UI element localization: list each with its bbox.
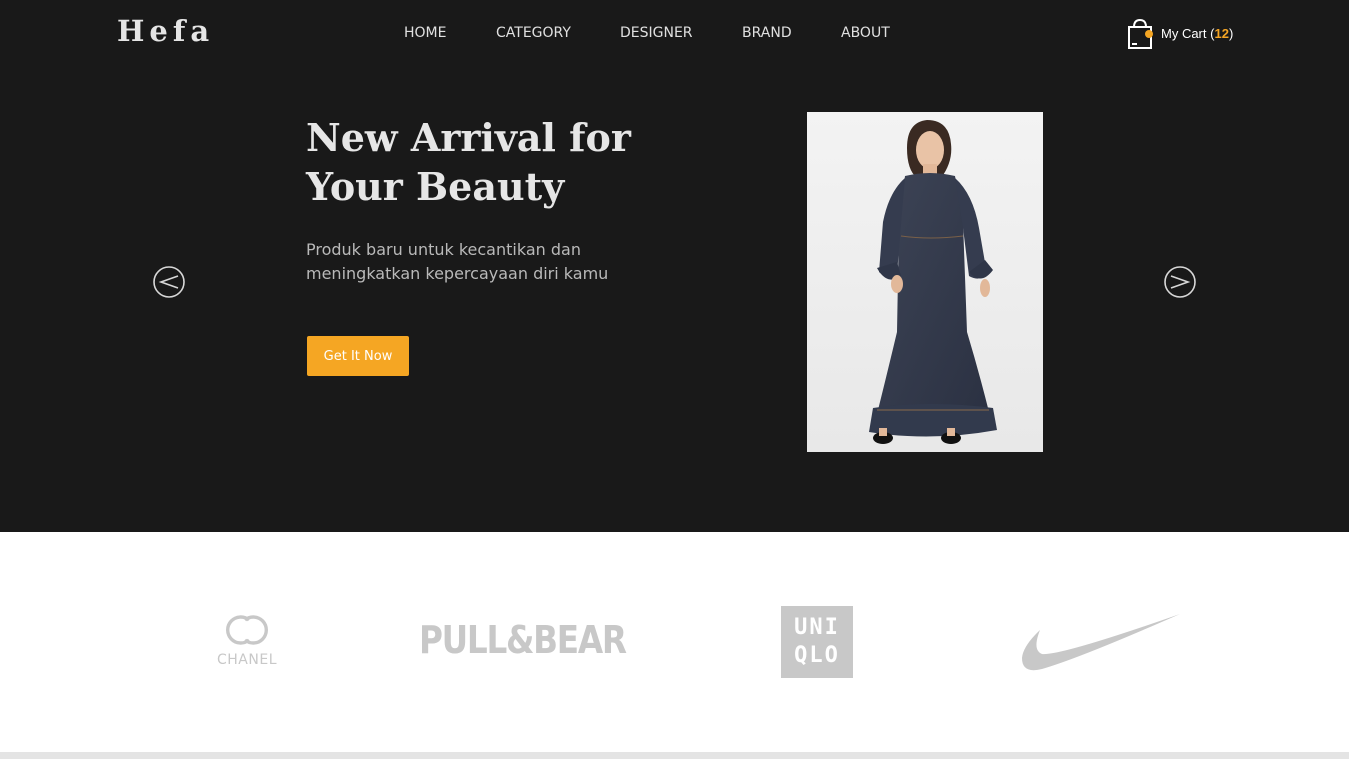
uniqlo-line-2: QLO (794, 643, 840, 668)
footer-divider (0, 752, 1349, 759)
site-logo[interactable]: Hefa (117, 14, 214, 48)
brand-pull-and-bear[interactable]: PULL&BEAR (419, 618, 649, 666)
dress-model-illustration (807, 112, 1043, 452)
brand-nike[interactable] (1020, 612, 1182, 674)
shopping-bag-icon (1128, 18, 1153, 49)
brand-uniqlo[interactable]: UNI QLO (781, 606, 853, 678)
cart-label-text: My Cart (1161, 26, 1207, 41)
hero-title: New Arrival for Your Beauty (306, 115, 631, 209)
pull-and-bear-wordmark: PULL&BEAR (419, 618, 627, 662)
brand-chanel[interactable]: CHANEL (205, 614, 289, 672)
chevron-left-circle-icon[interactable] (152, 265, 186, 299)
nav-brand[interactable]: BRAND (742, 25, 792, 41)
nav-home[interactable]: HOME (404, 25, 446, 41)
product-image[interactable] (807, 112, 1043, 452)
nav-category[interactable]: CATEGORY (496, 25, 571, 41)
hero-section: Hefa HOME CATEGORY DESIGNER BRAND ABOUT … (0, 0, 1349, 532)
get-it-now-button[interactable]: Get It Now (307, 336, 409, 376)
chanel-cc-icon (226, 615, 268, 645)
chanel-wordmark: CHANEL (217, 652, 277, 668)
nav-designer[interactable]: DESIGNER (620, 25, 693, 41)
brand-logos-section: CHANEL PULL&BEAR UNI QLO (0, 532, 1349, 752)
cart-label: My Cart (12) (1161, 26, 1233, 41)
nike-swoosh-icon (1022, 614, 1180, 671)
chevron-right-circle-icon[interactable] (1163, 265, 1197, 299)
hero-subtitle: Produk baru untuk kecantikan dan meningk… (306, 240, 609, 283)
cart-count: 12 (1214, 26, 1229, 41)
cart-close-paren: ) (1228, 26, 1234, 41)
nav-about[interactable]: ABOUT (841, 25, 890, 41)
uniqlo-line-1: UNI (794, 615, 840, 640)
